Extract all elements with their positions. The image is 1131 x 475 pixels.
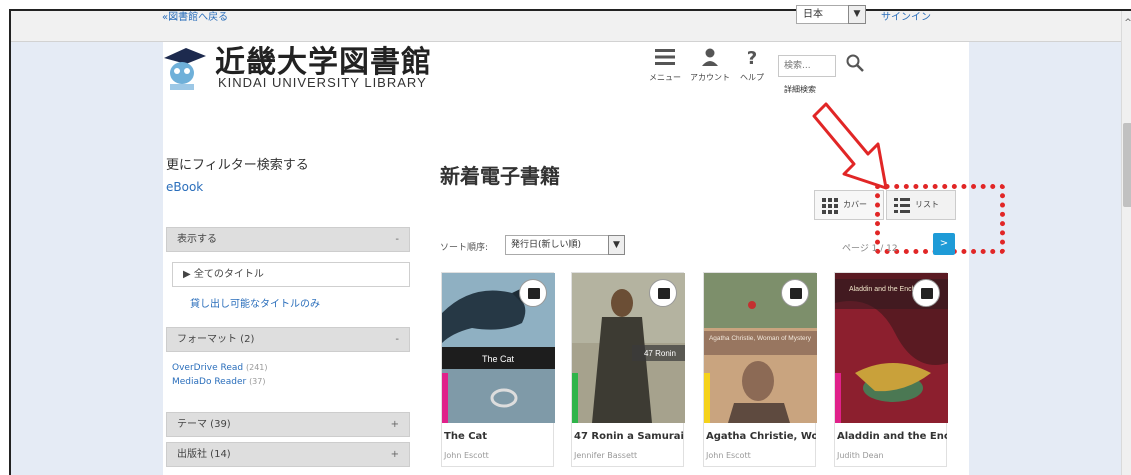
filter-heading: 更にフィルター検索する	[166, 158, 309, 173]
scrollbar[interactable]: ^	[1121, 11, 1131, 475]
book-author[interactable]: Judith Dean	[837, 451, 884, 460]
format-section-label: フォーマット (2)	[177, 334, 255, 345]
hamburger-icon	[655, 49, 675, 65]
book-open-icon[interactable]	[781, 279, 809, 307]
book-open-icon[interactable]	[649, 279, 677, 307]
scroll-up-icon[interactable]: ^	[1122, 17, 1131, 29]
format-count: (241)	[246, 363, 268, 372]
publisher-section-header[interactable]: 出版社 (14) +	[166, 442, 410, 467]
available-only-link[interactable]: 貸し出し可能なタイトルのみ	[190, 295, 320, 310]
book-author[interactable]: John Escott	[706, 451, 751, 460]
scroll-thumb[interactable]	[1123, 123, 1131, 207]
format-name[interactable]: OverDrive Read	[172, 363, 243, 373]
back-to-library-link[interactable]: «図書館へ戻る	[162, 8, 228, 23]
sort-label: ソート順序:	[440, 243, 489, 253]
search-input[interactable]	[778, 55, 836, 77]
book-card[interactable]: Agatha Christie, Woman of Mystery Agatha…	[703, 272, 817, 467]
book-title[interactable]: The Cat	[444, 431, 554, 442]
grid-icon	[822, 198, 838, 214]
svg-text:?: ?	[747, 48, 757, 66]
chevron-down-icon[interactable]: ▼	[608, 235, 625, 255]
page-title: 新着電子書籍	[440, 164, 560, 188]
collapse-icon[interactable]: -	[395, 228, 399, 251]
book-author[interactable]: John Escott	[444, 451, 489, 460]
format-count: (37)	[249, 377, 266, 386]
library-logo-icon[interactable]	[160, 40, 214, 92]
expand-icon[interactable]: +	[391, 443, 399, 466]
cover-title-text: The Cat	[482, 354, 515, 364]
book-title[interactable]: Agatha Christie, Woman of Mystery	[706, 431, 816, 442]
brand-subtitle: KINDAI UNIVERSITY LIBRARY	[218, 75, 427, 90]
menu-button[interactable]: メニュー	[640, 48, 690, 83]
ebook-filter-link[interactable]: eBook	[166, 180, 203, 194]
sort-select[interactable]: 発行日(新しい順)	[505, 235, 609, 255]
theme-section-header[interactable]: テーマ (39) +	[166, 412, 410, 437]
cover-title-text: 47 Ronin	[644, 349, 676, 358]
book-open-icon[interactable]	[912, 279, 940, 307]
book-card[interactable]: The Cat The Cat John Escott	[441, 272, 555, 467]
region-select[interactable]: 日本	[796, 5, 850, 24]
next-page-button[interactable]: >	[933, 233, 955, 255]
format-option[interactable]: OverDrive Read (241)	[172, 361, 268, 375]
search-icon[interactable]	[845, 53, 865, 73]
advanced-search-link[interactable]: 詳細検索	[784, 84, 816, 95]
publisher-section-label: 出版社 (14)	[177, 449, 231, 460]
menu-label: メニュー	[649, 73, 681, 82]
cover-title-text: Agatha Christie, Woman of Mystery	[709, 335, 812, 342]
format-option[interactable]: MediaDo Reader (37)	[172, 375, 268, 389]
show-section-label: 表示する	[177, 234, 217, 245]
help-label: ヘルプ	[740, 73, 764, 82]
book-card[interactable]: 47 Ronin 47 Ronin a Samurai Story Jennif…	[571, 272, 685, 467]
book-card[interactable]: Aladdin and the Enchanted Aladdin and th…	[834, 272, 948, 467]
help-button[interactable]: ? ヘルプ	[727, 48, 777, 83]
all-titles-option[interactable]: ▶ 全てのタイトル	[172, 262, 410, 287]
cover-view-label: カバー	[843, 200, 867, 209]
user-icon	[702, 48, 718, 66]
book-title[interactable]: Aladdin and the Enchanted Lamp	[837, 431, 947, 442]
format-section-header[interactable]: フォーマット (2) -	[166, 327, 410, 352]
format-list: OverDrive Read (241) MediaDo Reader (37)	[172, 361, 268, 389]
theme-section-label: テーマ (39)	[177, 419, 231, 430]
collapse-icon[interactable]: -	[395, 328, 399, 351]
book-author[interactable]: Jennifer Bassett	[574, 451, 637, 460]
book-open-icon[interactable]	[519, 279, 547, 307]
book-title[interactable]: 47 Ronin a Samurai Story	[574, 431, 684, 442]
question-icon: ?	[747, 48, 757, 69]
format-name[interactable]: MediaDo Reader	[172, 377, 246, 387]
signin-link[interactable]: サインイン	[881, 8, 931, 23]
show-section-header[interactable]: 表示する -	[166, 227, 410, 252]
page-indicator: ページ 1 / 12	[842, 244, 898, 254]
chevron-down-icon[interactable]: ▼	[848, 5, 866, 24]
expand-icon[interactable]: +	[391, 413, 399, 436]
